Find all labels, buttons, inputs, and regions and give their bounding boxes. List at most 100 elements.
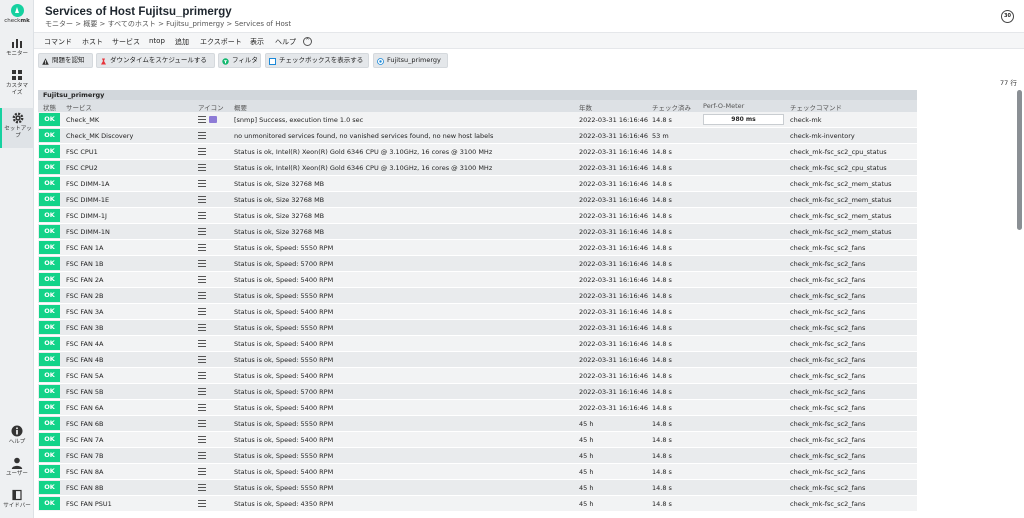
action-menu-icon[interactable] xyxy=(198,308,206,315)
table-row[interactable]: OK FSC FAN PSU1 Status is ok, Speed: 4350 … xyxy=(38,496,917,512)
state-badge[interactable]: OK xyxy=(39,129,60,142)
sidebar-item-user[interactable]: ユーザー xyxy=(0,456,34,478)
action-menu-icon[interactable] xyxy=(198,452,206,459)
menu-commands[interactable]: コマンド xyxy=(44,37,72,47)
state-badge[interactable]: OK xyxy=(39,481,60,494)
state-badge[interactable]: OK xyxy=(39,209,60,222)
service-name-link[interactable]: FSC FAN 8A xyxy=(66,468,103,476)
table-row[interactable]: OK FSC FAN 5A Status is ok, Speed: 5400 RP… xyxy=(38,368,917,384)
service-name-link[interactable]: FSC FAN 5B xyxy=(66,388,103,396)
action-menu-icon[interactable] xyxy=(198,292,206,299)
service-name-link[interactable]: FSC FAN 1A xyxy=(66,244,103,252)
table-row[interactable]: OK FSC DIMM-1N Status is ok, Size 32768 MB… xyxy=(38,224,917,240)
col-age[interactable]: 年数 xyxy=(579,102,592,112)
service-name-link[interactable]: FSC FAN 3A xyxy=(66,308,103,316)
menu-export[interactable]: エクスポート xyxy=(200,37,242,47)
sidebar-item-help[interactable]: ヘルプ xyxy=(0,424,34,446)
state-badge[interactable]: OK xyxy=(39,401,60,414)
menu-ntop[interactable]: ntop xyxy=(149,37,165,45)
table-row[interactable]: OK FSC FAN 8B Status is ok, Speed: 5550 RP… xyxy=(38,480,917,496)
table-row[interactable]: OK FSC FAN 7B Status is ok, Speed: 5550 RP… xyxy=(38,448,917,464)
filter-button[interactable]: フィルタ xyxy=(218,53,261,68)
service-name-link[interactable]: Check_MK Discovery xyxy=(66,132,133,140)
service-name-link[interactable]: FSC FAN 4A xyxy=(66,340,103,348)
menu-add[interactable]: 追加 xyxy=(175,37,189,47)
state-badge[interactable]: OK xyxy=(39,353,60,366)
service-name-link[interactable]: FSC CPU1 xyxy=(66,148,98,156)
menu-service[interactable]: サービス xyxy=(112,37,140,47)
state-badge[interactable]: OK xyxy=(39,241,60,254)
table-row[interactable]: OK FSC CPU1 Status is ok, Intel(R) Xeon(R)… xyxy=(38,144,917,160)
service-name-link[interactable]: FSC FAN 5A xyxy=(66,372,103,380)
table-row[interactable]: OK Check_MK [snmp] Success, execution time… xyxy=(38,112,917,128)
state-badge[interactable]: OK xyxy=(39,449,60,462)
service-name-link[interactable]: FSC FAN 6A xyxy=(66,404,103,412)
service-name-link[interactable]: FSC FAN 4B xyxy=(66,356,103,364)
graph-icon[interactable] xyxy=(209,116,217,123)
action-menu-icon[interactable] xyxy=(198,228,206,235)
table-row[interactable]: OK FSC DIMM-1E Status is ok, Size 32768 MB… xyxy=(38,192,917,208)
action-menu-icon[interactable] xyxy=(198,500,206,507)
action-menu-icon[interactable] xyxy=(198,404,206,411)
table-row[interactable]: OK FSC FAN 4A Status is ok, Speed: 5400 RP… xyxy=(38,336,917,352)
action-menu-icon[interactable] xyxy=(198,180,206,187)
service-name-link[interactable]: FSC FAN 2A xyxy=(66,276,103,284)
action-menu-icon[interactable] xyxy=(198,132,206,139)
table-row[interactable]: OK FSC FAN 2A Status is ok, Speed: 5400 RP… xyxy=(38,272,917,288)
state-badge[interactable]: OK xyxy=(39,433,60,446)
state-badge[interactable]: OK xyxy=(39,161,60,174)
col-state[interactable]: 状態 xyxy=(43,102,56,112)
table-row[interactable]: OK FSC FAN 3A Status is ok, Speed: 5400 RP… xyxy=(38,304,917,320)
state-badge[interactable]: OK xyxy=(39,193,60,206)
action-menu-icon[interactable] xyxy=(198,244,206,251)
service-name-link[interactable]: FSC FAN 1B xyxy=(66,260,103,268)
state-badge[interactable]: OK xyxy=(39,257,60,270)
table-row[interactable]: OK FSC CPU2 Status is ok, Intel(R) Xeon(R)… xyxy=(38,160,917,176)
refresh-timer-icon[interactable]: 30 xyxy=(1001,10,1014,23)
menu-display[interactable]: 表示 xyxy=(250,37,264,47)
table-row[interactable]: OK FSC FAN 5B Status is ok, Speed: 5700 RP… xyxy=(38,384,917,400)
service-name-link[interactable]: FSC DIMM-1N xyxy=(66,228,110,236)
scrollbar-thumb[interactable] xyxy=(1017,90,1022,230)
action-menu-icon[interactable] xyxy=(198,356,206,363)
state-badge[interactable]: OK xyxy=(39,289,60,302)
service-name-link[interactable]: FSC FAN 7B xyxy=(66,452,103,460)
state-badge[interactable]: OK xyxy=(39,177,60,190)
breadcrumb[interactable]: モニター > 概要 > すべてのホスト > Fujitsu_primergy >… xyxy=(45,19,291,29)
sidebar-item-customize[interactable]: カスタマイズ xyxy=(0,68,34,97)
col-summary[interactable]: 概要 xyxy=(234,102,247,112)
table-row[interactable]: OK FSC FAN 3B Status is ok, Speed: 5550 RP… xyxy=(38,320,917,336)
state-badge[interactable]: OK xyxy=(39,145,60,158)
host-fujitsu-primergy-button[interactable]: Fujitsu_primergy xyxy=(373,53,448,68)
service-name-link[interactable]: FSC DIMM-1E xyxy=(66,196,109,204)
action-menu-icon[interactable] xyxy=(198,484,206,491)
vertical-scrollbar[interactable] xyxy=(1017,90,1022,515)
col-perfometer[interactable]: Perf-O-Meter xyxy=(703,102,744,110)
table-row[interactable]: OK FSC FAN 4B Status is ok, Speed: 5550 RP… xyxy=(38,352,917,368)
table-row[interactable]: OK FSC FAN 8A Status is ok, Speed: 5400 RP… xyxy=(38,464,917,480)
state-badge[interactable]: OK xyxy=(39,369,60,382)
state-badge[interactable]: OK xyxy=(39,225,60,238)
perf-o-meter[interactable]: 980 ms xyxy=(703,114,784,125)
sidebar-item-setup[interactable]: セットアップ xyxy=(0,108,34,148)
chevron-up-icon[interactable]: ^ xyxy=(303,36,312,46)
action-menu-icon[interactable] xyxy=(198,196,206,203)
state-badge[interactable]: OK xyxy=(39,321,60,334)
action-menu-icon[interactable] xyxy=(198,324,206,331)
col-icons[interactable]: アイコン xyxy=(198,102,224,112)
table-row[interactable]: OK FSC FAN 6B Status is ok, Speed: 5550 RP… xyxy=(38,416,917,432)
action-menu-icon[interactable] xyxy=(198,276,206,283)
state-badge[interactable]: OK xyxy=(39,417,60,430)
state-badge[interactable]: OK xyxy=(39,273,60,286)
checkmk-logo[interactable]: checkmk xyxy=(0,4,34,24)
table-row[interactable]: OK FSC FAN 2B Status is ok, Speed: 5550 RP… xyxy=(38,288,917,304)
state-badge[interactable]: OK xyxy=(39,465,60,478)
host-group-header[interactable]: Fujitsu_primergy xyxy=(38,90,917,100)
action-menu-icon[interactable] xyxy=(198,388,206,395)
service-name-link[interactable]: FSC FAN 7A xyxy=(66,436,103,444)
service-name-link[interactable]: FSC FAN 2B xyxy=(66,292,103,300)
action-menu-icon[interactable] xyxy=(198,340,206,347)
service-name-link[interactable]: FSC DIMM-1A xyxy=(66,180,109,188)
table-row[interactable]: OK FSC FAN 1B Status is ok, Speed: 5700 RP… xyxy=(38,256,917,272)
menu-host[interactable]: ホスト xyxy=(82,37,103,47)
